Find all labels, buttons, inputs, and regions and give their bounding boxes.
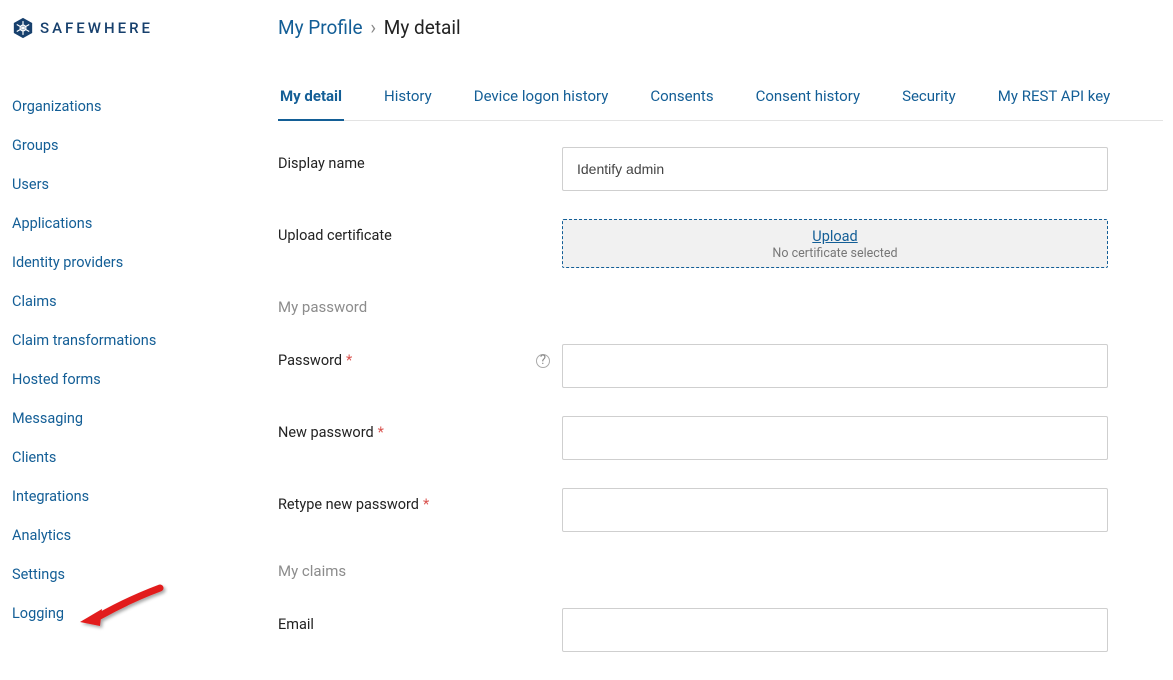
required-marker: * [346,352,352,369]
label-new-password: New password* [278,416,562,441]
breadcrumb: My Profile › My detail [278,16,1163,39]
tab-consents[interactable]: Consents [648,87,715,120]
tab-device-logon-history[interactable]: Device logon history [472,87,611,120]
label-display-name: Display name [278,147,562,172]
upload-certificate-dropzone[interactable]: Upload No certificate selected [562,219,1108,268]
sidebar-item-organizations[interactable]: Organizations [12,98,101,115]
row-retype-password: Retype new password* [278,488,1163,532]
new-password-input[interactable] [562,416,1108,460]
breadcrumb-parent[interactable]: My Profile [278,16,363,39]
password-input[interactable] [562,344,1108,388]
tab-consent-history[interactable]: Consent history [754,87,863,120]
tab-my-rest-api-key[interactable]: My REST API key [996,87,1112,120]
sidebar-item-hosted-forms[interactable]: Hosted forms [12,371,101,388]
sidebar-item-claims[interactable]: Claims [12,293,57,310]
upload-status-text: No certificate selected [563,246,1107,261]
main-content: My Profile › My detail My detail History… [230,0,1173,680]
sidebar-item-settings[interactable]: Settings [12,566,65,583]
sidebar-item-users[interactable]: Users [12,176,49,193]
sidebar-item-analytics[interactable]: Analytics [12,527,71,544]
label-password: Password* ? [278,344,562,369]
breadcrumb-separator: › [370,16,376,39]
upload-link[interactable]: Upload [812,228,857,245]
sidebar-item-groups[interactable]: Groups [12,137,59,154]
sidebar-item-messaging[interactable]: Messaging [12,410,83,427]
tab-my-detail[interactable]: My detail [278,87,344,121]
breadcrumb-current: My detail [384,16,461,39]
label-email: Email [278,608,562,633]
sidebar-item-claim-transformations[interactable]: Claim transformations [12,332,156,349]
row-upload-certificate: Upload certificate Upload No certificate… [278,219,1163,268]
required-marker: * [378,424,384,441]
required-marker: * [423,496,429,513]
sidebar-nav: Organizations Groups Users Applications … [12,87,218,633]
tab-history[interactable]: History [382,87,434,120]
label-upload-certificate: Upload certificate [278,219,562,244]
sidebar-item-applications[interactable]: Applications [12,215,92,232]
sidebar-item-logging[interactable]: Logging [12,605,64,622]
brand-icon [12,17,34,39]
sidebar-item-identity-providers[interactable]: Identity providers [12,254,123,271]
section-my-claims: My claims [278,562,1163,580]
tab-security[interactable]: Security [900,87,958,120]
tabs: My detail History Device logon history C… [278,87,1163,121]
sidebar-item-integrations[interactable]: Integrations [12,488,89,505]
sidebar: SAFEWHERE Organizations Groups Users App… [0,0,230,680]
brand-logo: SAFEWHERE [12,17,218,39]
row-display-name: Display name [278,147,1163,191]
row-new-password: New password* [278,416,1163,460]
label-retype-password: Retype new password* [278,488,562,513]
row-password: Password* ? [278,344,1163,388]
help-icon[interactable]: ? [536,354,550,368]
display-name-input[interactable] [562,147,1108,191]
section-my-password: My password [278,298,1163,316]
retype-password-input[interactable] [562,488,1108,532]
brand-name: SAFEWHERE [40,19,153,37]
row-email: Email [278,608,1163,652]
email-input[interactable] [562,608,1108,652]
sidebar-item-clients[interactable]: Clients [12,449,56,466]
